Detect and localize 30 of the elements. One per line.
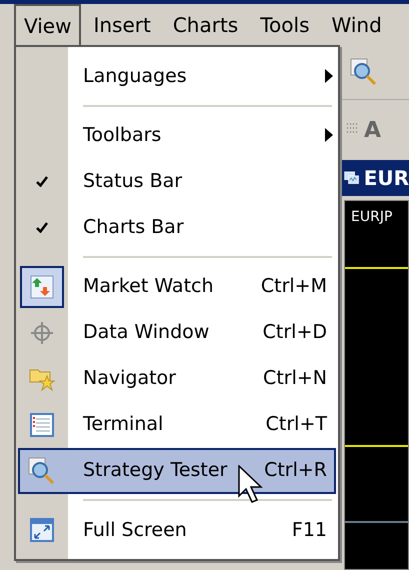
menu-entry[interactable]: Status Bar [18, 158, 336, 204]
checkmark-icon [36, 222, 48, 233]
menu-entry[interactable]: Strategy Tester Ctrl+R [18, 448, 336, 494]
chart-window-title: EUR [364, 165, 409, 192]
chart-symbol: EURJP [351, 208, 392, 227]
menu-entry[interactable]: Toolbars [18, 112, 336, 158]
arrows-list-icon [30, 274, 54, 299]
magnifier-chart-icon [350, 58, 378, 86]
menu-item[interactable]: View [14, 4, 82, 45]
menu-entry[interactable]: Languages [18, 53, 336, 99]
checkmark-icon [36, 176, 48, 187]
menu-item[interactable]: Insert [83, 4, 161, 45]
submenu-arrow-icon [325, 128, 333, 142]
menu-entry[interactable]: Navigator Ctrl+N [18, 356, 336, 402]
menu-item[interactable]: Tools [250, 4, 320, 45]
list-window-icon [30, 412, 54, 437]
submenu-arrow-icon [325, 69, 333, 83]
chart-tab[interactable]: EUR [340, 160, 409, 196]
expand-window-icon [30, 518, 54, 542]
menu-entry[interactable]: Data Window Ctrl+D [18, 310, 336, 356]
font-button[interactable]: A [364, 114, 382, 146]
menu-entry[interactable]: Full Screen F11 [18, 506, 336, 553]
menu-entry[interactable]: Terminal Ctrl+T [18, 402, 336, 448]
menu-entry[interactable]: Market Watch Ctrl+M [18, 264, 336, 310]
mouse-cursor-icon [238, 465, 264, 505]
menu-item[interactable]: Charts [162, 4, 248, 45]
menu-item[interactable]: Wind [322, 4, 392, 45]
crosshair-icon [30, 320, 54, 345]
magnifier-chart-icon [28, 456, 56, 485]
menu-entry[interactable]: Charts Bar [18, 204, 336, 250]
